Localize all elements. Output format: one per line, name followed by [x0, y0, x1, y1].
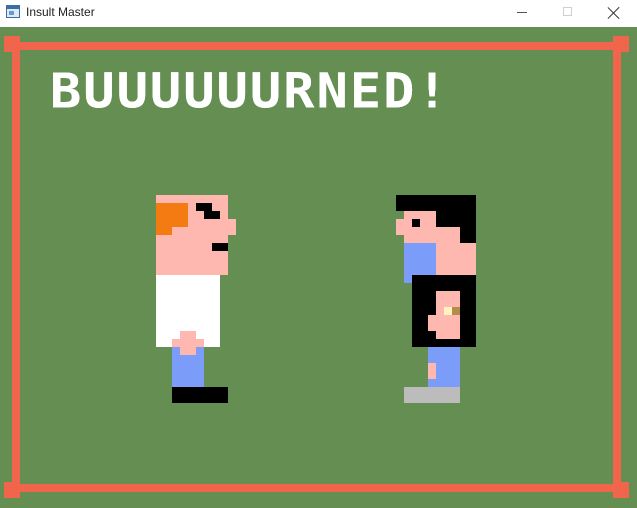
opponent-face [404, 211, 436, 243]
opponent-neck [436, 227, 460, 243]
app-window-icon [6, 5, 20, 18]
frame-corner-tl [4, 36, 20, 52]
opponent-second-eye [444, 307, 452, 315]
minimize-button[interactable] [499, 0, 545, 26]
opponent-hair-side [436, 211, 460, 227]
frame-right [613, 42, 621, 492]
player-head-nose [228, 219, 236, 235]
frame-corner-tr [613, 36, 629, 52]
frame-top [12, 42, 625, 50]
player-eye [204, 211, 220, 219]
frame-corner-bl [4, 482, 20, 498]
game-canvas[interactable]: BUUUUUURNED! [0, 27, 637, 508]
player-mouth [212, 243, 228, 251]
opponent-pants-skin [428, 363, 436, 379]
opponent-face-nose [396, 219, 404, 235]
close-button[interactable] [591, 0, 637, 26]
title-bar[interactable]: Insult Master [0, 0, 637, 26]
opponent-back-skin [436, 243, 476, 275]
frame-left [12, 42, 20, 492]
maximize-button[interactable] [545, 0, 591, 26]
opponent-shoe [404, 387, 460, 403]
minimize-icon [517, 12, 527, 13]
opponent-second-face [436, 291, 460, 339]
player-pants-gap [180, 347, 196, 355]
banner-text: BUUUUUURNED! [50, 64, 450, 120]
opponent-second-eye-dark [452, 307, 460, 315]
opponent-hair-top [396, 195, 476, 211]
opponent-hair-back [460, 211, 476, 243]
window-title: Insult Master [26, 5, 95, 19]
frame-bottom [12, 484, 625, 492]
player-shoe [172, 387, 228, 403]
app-window: Insult Master BUUUUUURNED! [0, 0, 637, 508]
close-icon [607, 6, 621, 20]
maximize-icon [563, 7, 572, 16]
player-hand-tip [172, 339, 204, 347]
opponent-eye [412, 219, 420, 227]
opponent-second-face-nose [428, 315, 436, 331]
player-hair-cut [172, 227, 188, 235]
frame-corner-br [613, 482, 629, 498]
player-brow [196, 203, 212, 211]
